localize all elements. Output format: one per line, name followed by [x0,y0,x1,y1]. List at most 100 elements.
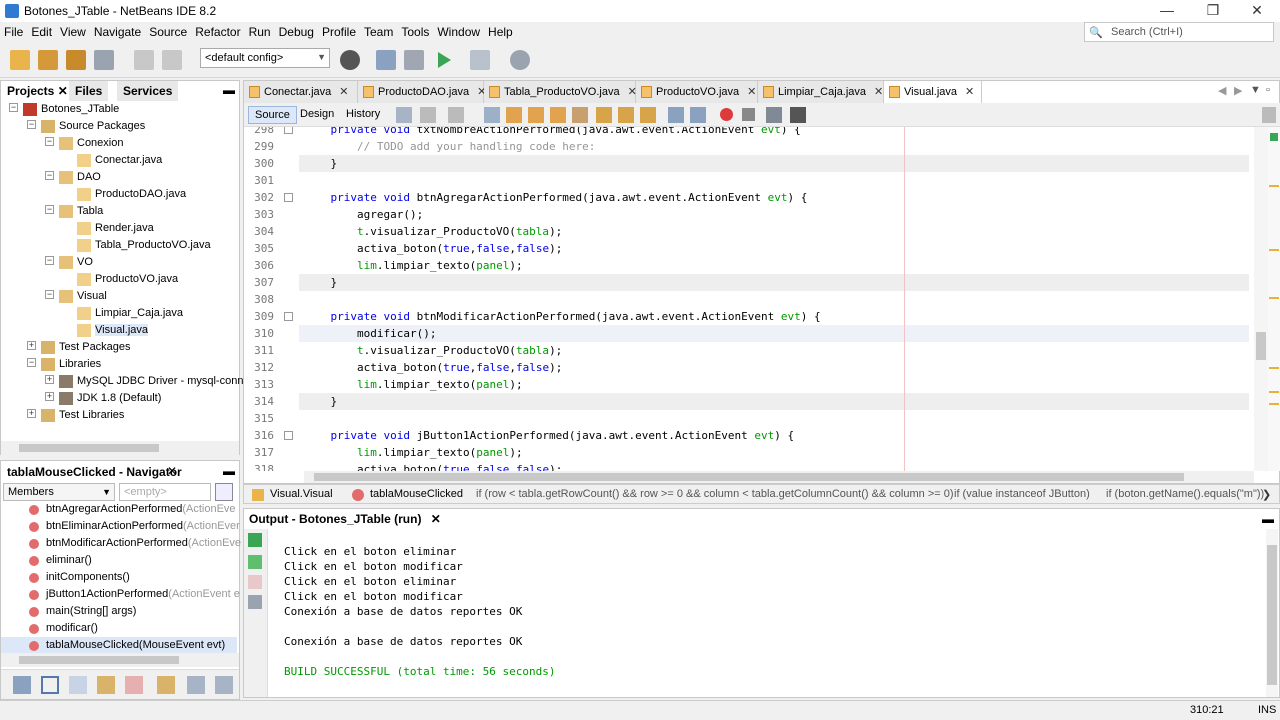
menu-file[interactable]: File [0,22,27,39]
expand-toggle-icon[interactable]: − [45,205,54,214]
build-hammer-icon[interactable] [376,50,396,70]
close-icon[interactable]: ✕ [58,84,68,98]
tab-tabla-productovo-java[interactable]: Tabla_ProductoVO.java ✕ [484,81,637,103]
tab-history[interactable]: History [340,106,386,124]
editor-horizontal-scrollbar[interactable] [304,471,1254,483]
comment-icon[interactable] [766,107,782,123]
warning-mark[interactable] [1269,297,1279,299]
profile-icon[interactable] [510,50,530,70]
navigator-item[interactable]: modificar() [1,620,237,637]
navigator-item[interactable]: jButton1ActionPerformed(ActionEvent e [1,586,240,603]
previous-bookmark-icon[interactable] [596,107,612,123]
debug-icon[interactable] [470,50,490,70]
fold-toggle-icon[interactable] [284,431,293,440]
error-stripe[interactable] [1268,127,1280,471]
clean-build-icon[interactable] [404,50,424,70]
find-icon[interactable] [484,107,500,123]
breadcrumb-if-3[interactable]: if (boton.getName().equals("m")) [1106,488,1264,500]
toggle-rect-select-icon[interactable] [572,107,588,123]
sort-icon[interactable] [187,676,205,694]
code-area[interactable]: 298 private void txtNombreActionPerforme… [244,127,1274,471]
menu-refactor[interactable]: Refactor [191,22,244,39]
scroll-thumb[interactable] [1267,545,1277,685]
close-icon[interactable]: ✕ [167,464,177,478]
warning-mark[interactable] [1269,185,1279,187]
minimize-panel-icon[interactable]: ▬ [223,464,235,478]
menu-tools[interactable]: Tools [397,22,433,39]
expand-toggle-icon[interactable]: + [27,341,36,350]
inherited-filter-icon[interactable] [125,676,143,694]
navigator-item[interactable]: btnModificarActionPerformed(ActionEve [1,535,241,552]
navigator-item[interactable]: btnAgregarActionPerformed(ActionEve [1,501,237,518]
tab-productodao-java[interactable]: ProductoDAO.java ✕ [358,81,486,103]
scroll-thumb[interactable] [314,473,1184,481]
menu-window[interactable]: Window [433,22,484,39]
warning-mark[interactable] [1269,403,1279,405]
toggle-highlight-icon[interactable] [550,107,566,123]
breadcrumb-method[interactable]: tablaMouseClicked [370,488,463,500]
navigator-item[interactable]: initComponents() [1,569,237,586]
expand-toggle-icon[interactable]: − [45,171,54,180]
find-next-icon[interactable] [528,107,544,123]
undo-icon[interactable] [134,50,154,70]
close-icon[interactable]: ✕ [339,86,348,98]
menu-team[interactable]: Team [360,22,397,39]
close-icon[interactable]: ✕ [874,86,883,98]
split-editor-icon[interactable] [1262,107,1276,123]
shift-right-icon[interactable] [690,107,706,123]
close-button[interactable]: ✕ [1234,0,1280,22]
maximize-button[interactable]: ❐ [1190,0,1236,22]
tab-source[interactable]: Source [248,106,297,124]
tab-list-icon[interactable]: ▼ [1250,84,1261,96]
expand-toggle-icon[interactable]: − [27,358,36,367]
last-edit-icon[interactable] [396,107,412,123]
output-console[interactable]: Click en el boton eliminar Click en el bo… [244,529,1254,695]
run-icon[interactable] [438,52,451,68]
next-bookmark-icon[interactable] [618,107,634,123]
breadcrumb-if-2[interactable]: if (value instanceof JButton) [954,488,1090,500]
close-icon[interactable]: ✕ [965,86,974,98]
warning-mark[interactable] [1269,249,1279,251]
scroll-tabs-right-icon[interactable]: ▶ [1234,84,1242,97]
back-icon[interactable] [420,107,436,123]
find-previous-icon[interactable] [506,107,522,123]
members-select[interactable]: Members ▼ [3,483,115,501]
navigator-item[interactable]: tablaMouseClicked(MouseEvent evt) [1,637,237,654]
expand-toggle-icon[interactable]: + [45,392,54,401]
breadcrumb-if-1[interactable]: if (row < tabla.getRowCount() && row >= … [476,488,954,500]
menu-run[interactable]: Run [245,22,275,39]
expand-toggle-icon[interactable]: − [45,137,54,146]
navigator-view-icon[interactable] [215,483,233,501]
redo-icon[interactable] [162,50,182,70]
tab-productovo-java[interactable]: ProductoVO.java ✕ [636,81,758,103]
close-icon[interactable]: ✕ [431,512,441,526]
scroll-thumb[interactable] [19,444,159,452]
scroll-thumb[interactable] [1256,332,1266,360]
navigator-filter-input[interactable]: <empty> [119,483,211,501]
warning-mark[interactable] [1269,367,1279,369]
menu-navigate[interactable]: Navigate [90,22,145,39]
tab-services[interactable]: Services [117,81,179,101]
horizontal-scrollbar[interactable] [1,653,239,667]
output-vertical-scrollbar[interactable] [1266,529,1278,697]
new-file-icon[interactable] [10,50,30,70]
tab-projects[interactable]: Projects ✕ [1,81,74,101]
expand-toggle-icon[interactable]: + [27,409,36,418]
warning-mark[interactable] [1269,391,1279,393]
lock-icon[interactable] [97,676,115,694]
save-all-icon[interactable] [94,50,114,70]
minimize-panel-icon[interactable]: ▬ [1262,512,1274,526]
forward-icon[interactable] [448,107,464,123]
stop-macro-icon[interactable] [742,108,755,121]
expand-toggle-icon[interactable]: − [9,103,18,112]
scroll-tabs-left-icon[interactable]: ◀ [1218,84,1226,97]
navigator-item[interactable]: main(String[] args) [1,603,237,620]
search-input[interactable]: 🔍 Search (Ctrl+I) [1084,22,1274,42]
vertical-scrollbar[interactable] [1254,127,1268,471]
output-tab[interactable]: Output - Botones_JTable (run) ✕ [244,509,446,529]
new-project-icon[interactable] [38,50,58,70]
nonpublic-filter-icon[interactable] [69,676,87,694]
menu-edit[interactable]: Edit [27,22,56,39]
expand-toggle-icon[interactable]: − [27,120,36,129]
horizontal-scrollbar[interactable] [1,441,239,455]
